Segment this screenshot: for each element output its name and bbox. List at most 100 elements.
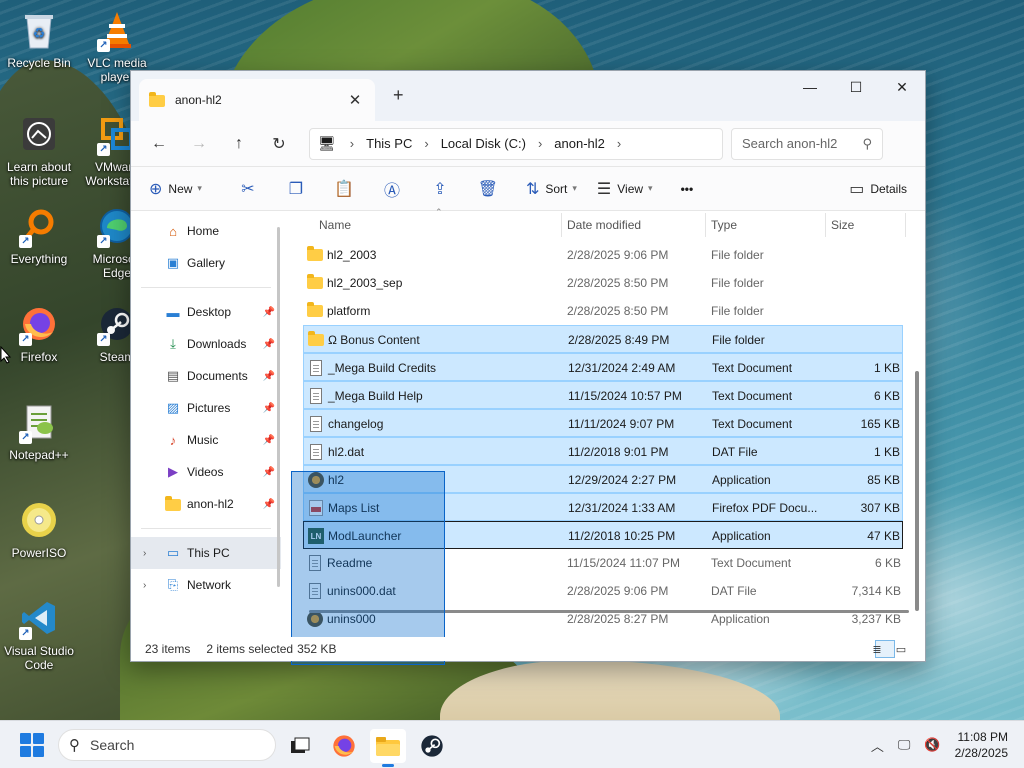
file-name: hl2_2003_sep [327, 276, 403, 290]
file-row[interactable]: hl2_2003 2/28/2025 9:06 PM File folder [303, 241, 903, 269]
search-icon: ⚲ [69, 737, 80, 754]
file-row[interactable]: _Mega Build Help 11/15/2024 10:57 PM Text … [303, 381, 903, 409]
file-row[interactable]: platform 2/28/2025 8:50 PM File folder [303, 297, 903, 325]
desktop-icon-everything[interactable]: ↗ Everything [0, 204, 78, 266]
chevron-right-icon[interactable]: › [424, 136, 428, 151]
desktop-icon-notepad-plus-plus[interactable]: ↗ Notepad++ [0, 400, 78, 462]
delete-button[interactable]: 🗑 [464, 173, 512, 205]
rename-button[interactable]: Ⓐ [368, 173, 416, 205]
up-button[interactable]: ↑ [219, 128, 259, 160]
chevron-right-icon[interactable]: › [143, 548, 146, 559]
start-button[interactable] [20, 733, 44, 757]
minimize-button[interactable]: — [787, 71, 833, 103]
back-button[interactable]: ← [139, 128, 179, 160]
file-explorer-window: anon-hl2 ✕ + — ☐ ✕ ← → ↑ ↻ 🖥 › This PC ›… [130, 70, 926, 665]
file-row[interactable]: Ω Bonus Content 2/28/2025 8:49 PM File fol… [303, 325, 903, 353]
nav-item-home[interactable]: ⌂ Home [131, 215, 281, 247]
copy-icon: ❐ [288, 180, 304, 198]
nav-divider [141, 287, 271, 288]
tiles-view-button[interactable]: ▭ [896, 640, 919, 658]
file-row[interactable]: hl2.dat 11/2/2018 9:01 PM DAT File 1 KB [303, 437, 903, 465]
nav-pane-scrollbar[interactable] [277, 227, 280, 587]
details-pane-button[interactable]: ▭ Details [841, 173, 915, 205]
details-view-button[interactable]: ≣ [872, 640, 895, 658]
nav-label: Documents [187, 369, 248, 383]
nav-label: Downloads [187, 337, 247, 351]
close-tab-button[interactable]: ✕ [345, 91, 365, 109]
column-header-size[interactable]: Size [831, 218, 854, 232]
forward-button[interactable]: → [179, 128, 219, 160]
nav-item-documents[interactable]: ▤ Documents 📌 [131, 360, 281, 392]
title-bar: anon-hl2 ✕ + — ☐ ✕ [131, 71, 925, 121]
details-view-icon: ≣ [872, 643, 882, 656]
taskbar-search-box[interactable]: ⚲ Search [58, 729, 276, 761]
nav-item-videos[interactable]: ▶ Videos 📌 [131, 456, 281, 488]
new-button[interactable]: ⊕ New ▾ [141, 173, 210, 205]
view-button[interactable]: ☰ View ▾ [589, 173, 661, 205]
desktop-icon-learn-about-picture[interactable]: Learn about this picture [0, 112, 78, 188]
cut-button[interactable]: ✂ [224, 173, 272, 205]
column-header-type[interactable]: Type [711, 218, 737, 232]
copy-button[interactable]: ❐ [272, 173, 320, 205]
sort-button[interactable]: ⇅ Sort ▾ [518, 173, 585, 205]
chevron-right-icon[interactable]: › [617, 136, 621, 151]
taskbar-firefox[interactable] [326, 729, 362, 763]
breadcrumb-local-disk[interactable]: Local Disk (C:) [441, 136, 526, 151]
nav-item-anon-hl2[interactable]: anon-hl2 📌 [131, 488, 281, 520]
desktop-icon: ▬ [166, 304, 180, 320]
nav-item-this-pc[interactable]: › ▭ This PC [131, 537, 281, 569]
paste-button[interactable]: 📋 [320, 173, 368, 205]
nav-label: Pictures [187, 401, 231, 415]
address-bar[interactable]: 🖥 › This PC › Local Disk (C:) › anon-hl2… [309, 127, 723, 160]
file-row[interactable]: hl2_2003_sep 2/28/2025 8:50 PM File folder [303, 269, 903, 297]
maximize-button[interactable]: ☐ [833, 71, 879, 103]
clock[interactable]: 11:08 PM 2/28/2025 [955, 729, 1008, 761]
chevron-up-icon[interactable]: ︿ [871, 736, 884, 755]
gallery-icon: ▣ [166, 255, 180, 270]
mouse-cursor-icon [0, 346, 12, 364]
nav-item-gallery[interactable]: ▣ Gallery [131, 247, 281, 279]
windows-logo-icon [20, 733, 31, 744]
file-size: 1 KB [873, 445, 900, 459]
shortcut-arrow-icon: ↗ [97, 333, 110, 346]
taskbar-steam[interactable] [414, 729, 450, 763]
column-header-name[interactable]: Name [319, 218, 351, 232]
search-input[interactable]: Search anon-hl2 ⚲ [731, 127, 883, 160]
sort-ascending-icon: ⌃ [435, 207, 443, 217]
breadcrumb-this-pc[interactable]: This PC [366, 136, 412, 151]
new-tab-button[interactable]: + [393, 85, 404, 106]
nav-item-pictures[interactable]: ▨ Pictures 📌 [131, 392, 281, 424]
desktop-icon-label: PowerISO [11, 546, 67, 560]
nav-item-network[interactable]: › ⎘ Network [131, 569, 281, 601]
text-document-icon [308, 388, 324, 404]
nav-item-desktop[interactable]: ▬ Desktop 📌 [131, 296, 281, 328]
desktop-icon-poweriso[interactable]: PowerISO [0, 498, 78, 560]
column-header-date[interactable]: Date modified [567, 218, 641, 232]
selection-size: 352 KB [297, 642, 337, 656]
file-row[interactable]: changelog 11/11/2024 9:07 PM Text Document… [303, 409, 903, 437]
file-row[interactable]: _Mega Build Credits 12/31/2024 2:49 AM Tex… [303, 353, 903, 381]
close-button[interactable]: ✕ [879, 71, 925, 103]
nav-item-music[interactable]: ♪ Music 📌 [131, 424, 281, 456]
nav-item-downloads[interactable]: ⤓ Downloads 📌 [131, 328, 281, 360]
chevron-down-icon: ▾ [572, 183, 577, 193]
tab-anon-hl2[interactable]: anon-hl2 ✕ [139, 79, 375, 121]
more-options-button[interactable]: ••• [673, 173, 702, 205]
desktop-icon-label: Notepad++ [9, 448, 69, 462]
taskbar-file-explorer[interactable] [370, 729, 406, 767]
file-date-modified: 2/28/2025 8:27 PM [567, 612, 669, 626]
chevron-right-icon[interactable]: › [538, 136, 542, 151]
breadcrumb-anon-hl2[interactable]: anon-hl2 [554, 136, 605, 151]
file-list-scrollbar[interactable] [915, 371, 919, 611]
nav-label: Desktop [187, 305, 232, 319]
taskbar-task-view[interactable] [282, 729, 318, 763]
desktop-icon-recycle-bin[interactable]: ♻ Recycle Bin [0, 8, 78, 70]
file-date-modified: 11/11/2024 9:07 PM [568, 417, 675, 431]
refresh-button[interactable]: ↻ [259, 128, 299, 160]
chevron-right-icon[interactable]: › [143, 580, 146, 591]
desktop-icon-vscode[interactable]: ↗ Visual Studio Code [0, 596, 78, 672]
volume-muted-icon[interactable]: 🔇 [924, 737, 940, 753]
network-display-icon[interactable]: 🖵 [898, 737, 911, 753]
shortcut-arrow-icon: ↗ [19, 431, 32, 444]
share-button[interactable]: ⇪ [416, 173, 464, 205]
